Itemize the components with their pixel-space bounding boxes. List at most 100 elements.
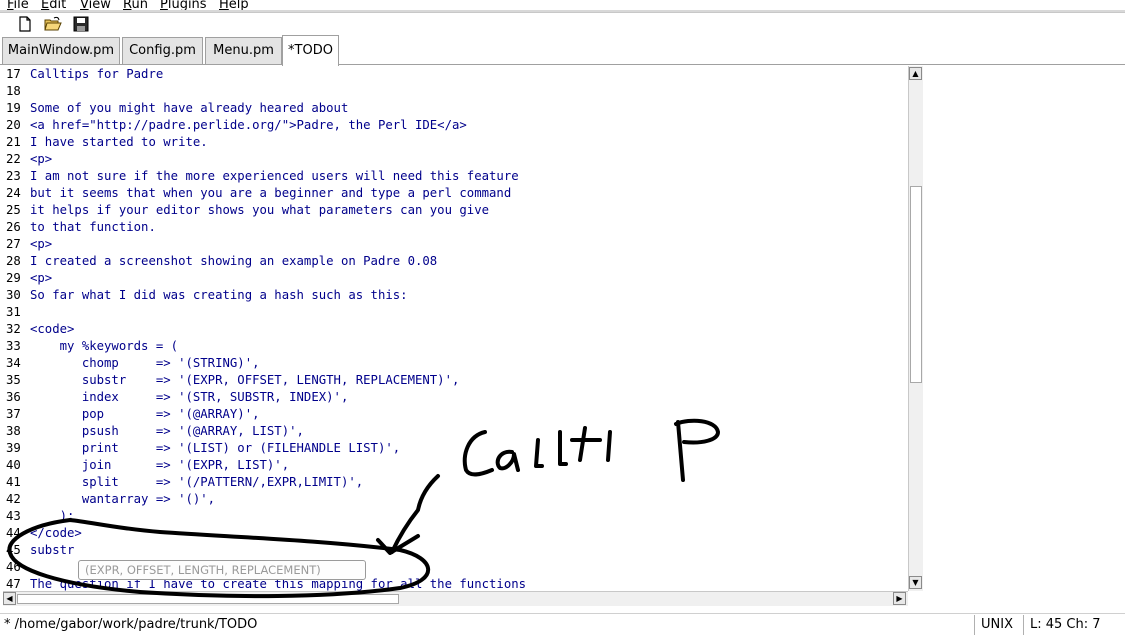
code-line: 37 pop => '(@ARRAY)', <box>6 406 260 423</box>
save-icon <box>73 16 89 32</box>
line-text: I have started to write. <box>30 135 208 149</box>
scroll-right-arrow-icon[interactable]: ▶ <box>893 592 906 605</box>
line-text: split => '(/PATTERN/,EXPR,LIMIT)', <box>30 475 364 489</box>
line-text: pop => '(@ARRAY)', <box>30 407 260 421</box>
status-newline-mode: UNIX <box>981 617 1013 632</box>
line-number: 40 <box>6 458 21 472</box>
line-number: 24 <box>6 186 21 200</box>
line-number: 25 <box>6 203 21 217</box>
line-number: 21 <box>6 135 21 149</box>
line-number: 41 <box>6 475 21 489</box>
code-line: 30 So far what I did was creating a hash … <box>6 287 408 304</box>
calltip-popup: (EXPR, OFFSET, LENGTH, REPLACEMENT) <box>78 560 366 580</box>
line-text: <p> <box>30 237 53 251</box>
line-text: <code> <box>30 322 75 336</box>
line-text: it helps if your editor shows you what p… <box>30 203 490 217</box>
line-number: 46 <box>6 560 21 574</box>
code-line: 44 </code> <box>6 525 82 542</box>
line-number: 20 <box>6 118 21 132</box>
line-number: 36 <box>6 390 21 404</box>
line-number: 37 <box>6 407 21 421</box>
line-text: index => '(STR, SUBSTR, INDEX)', <box>30 390 349 404</box>
line-number: 39 <box>6 441 21 455</box>
line-number: 19 <box>6 101 21 115</box>
open-file-button[interactable] <box>44 15 62 33</box>
code-line: 21 I have started to write. <box>6 134 208 151</box>
line-number: 32 <box>6 322 21 336</box>
tab-menu[interactable]: Menu.pm <box>205 37 282 64</box>
line-text: So far what I did was creating a hash su… <box>30 288 408 302</box>
line-text: <p> <box>30 152 53 166</box>
code-line: 36 index => '(STR, SUBSTR, INDEX)', <box>6 389 348 406</box>
code-line: 27 <p> <box>6 236 52 253</box>
status-file-path: * /home/gabor/work/padre/trunk/TODO <box>4 617 258 632</box>
line-text: Some of you might have already heared ab… <box>30 101 349 115</box>
status-divider <box>974 615 975 635</box>
scroll-left-arrow-icon[interactable]: ◀ <box>3 592 16 605</box>
tab-strip: MainWindow.pm Config.pm Menu.pm *TODO <box>0 35 1125 66</box>
line-text: psush => '(@ARRAY, LIST)', <box>30 424 304 438</box>
line-number: 26 <box>6 220 21 234</box>
horizontal-scrollbar[interactable]: ◀ ▶ <box>3 591 908 606</box>
toolbar <box>0 13 1125 35</box>
line-text: print => '(LIST) or (FILEHANDLE LIST)', <box>30 441 401 455</box>
line-text: my %keywords = ( <box>30 339 179 353</box>
line-number: 44 <box>6 526 21 540</box>
code-line: 40 join => '(EXPR, LIST)', <box>6 457 289 474</box>
tab-config[interactable]: Config.pm <box>122 37 203 64</box>
code-line: 24 but it seems that when you are a begin… <box>6 185 511 202</box>
line-text: <p> <box>30 271 53 285</box>
code-line: 45 substr <box>6 542 74 559</box>
code-line: 17 Calltips for Padre <box>6 66 163 83</box>
code-line: 22 <p> <box>6 151 52 168</box>
code-line: 28 I created a screenshot showing an exam… <box>6 253 437 270</box>
code-line: 41 split => '(/PATTERN/,EXPR,LIMIT)', <box>6 474 363 491</box>
code-line: 29 <p> <box>6 270 52 287</box>
code-line: 43 ); <box>6 508 74 525</box>
line-text: but it seems that when you are a beginne… <box>30 186 512 200</box>
line-number: 43 <box>6 509 21 523</box>
line-text: I created a screenshot showing an exampl… <box>30 254 438 268</box>
line-text: to that function. <box>30 220 156 234</box>
code-line: 34 chomp => '(STRING)', <box>6 355 260 372</box>
code-line: 39 print => '(LIST) or (FILEHANDLE LIST)… <box>6 440 400 457</box>
code-line: 33 my %keywords = ( <box>6 338 178 355</box>
code-line: 25 it helps if your editor shows you what… <box>6 202 489 219</box>
new-file-button[interactable] <box>16 15 34 33</box>
line-text: chomp => '(STRING)', <box>30 356 260 370</box>
line-text: </code> <box>30 526 82 540</box>
vertical-scroll-thumb[interactable] <box>910 186 922 383</box>
menu-bar: File Edit View Run Plugins Help <box>0 0 1125 13</box>
status-cursor-position: L: 45 Ch: 7 <box>1030 617 1101 632</box>
line-text: wantarray => '()', <box>30 492 216 506</box>
code-line: 19 Some of you might have already heared … <box>6 100 348 117</box>
line-number: 34 <box>6 356 21 370</box>
open-folder-icon <box>44 16 62 31</box>
save-file-button[interactable] <box>72 15 90 33</box>
code-line: 23 I am not sure if the more experienced … <box>6 168 519 185</box>
tab-todo[interactable]: *TODO <box>282 35 339 66</box>
horizontal-scroll-thumb[interactable] <box>17 594 399 604</box>
code-line: 42 wantarray => '()', <box>6 491 215 508</box>
status-divider <box>1023 615 1024 635</box>
line-text: Calltips for Padre <box>30 67 164 81</box>
line-text: <a href="http://padre.perlide.org/">Padr… <box>30 118 467 132</box>
code-editor[interactable]: 17 Calltips for Padre 18 19 Some of you migh… <box>3 66 909 591</box>
vertical-scrollbar[interactable]: ▲ ▼ <box>908 66 923 591</box>
line-text: I am not sure if the more experienced us… <box>30 169 519 183</box>
code-line: 32 <code> <box>6 321 74 338</box>
scroll-down-arrow-icon[interactable]: ▼ <box>909 576 922 589</box>
line-text: substr <box>30 543 75 557</box>
scroll-up-arrow-icon[interactable]: ▲ <box>909 67 922 80</box>
line-number: 23 <box>6 169 21 183</box>
code-line: 46 <box>6 559 30 576</box>
line-text: join => '(EXPR, LIST)', <box>30 458 290 472</box>
line-number: 42 <box>6 492 21 506</box>
code-line: 18 <box>6 83 30 100</box>
line-number: 18 <box>6 84 21 98</box>
tab-mainwindow[interactable]: MainWindow.pm <box>2 37 120 64</box>
line-number: 27 <box>6 237 21 251</box>
line-number: 47 <box>6 577 21 591</box>
line-number: 38 <box>6 424 21 438</box>
line-number: 17 <box>6 67 21 81</box>
